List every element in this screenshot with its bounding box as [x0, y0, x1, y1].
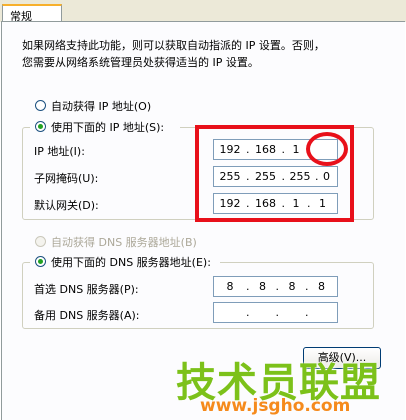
auto-ip-radio[interactable] — [35, 100, 46, 111]
watermark-url: www.jsgho.com — [200, 396, 351, 416]
default-gateway-label: 默认网关(D): — [34, 199, 99, 212]
ip-address-label: IP 地址(I): — [34, 145, 85, 158]
preferred-dns-field[interactable]: 8. 8. 8. 8 — [213, 276, 338, 297]
description-line-2: 您需要从网络系统管理员处获得适当的 IP 设置。 — [22, 56, 259, 69]
auto-dns-radio[interactable] — [35, 236, 46, 247]
alternate-dns-field[interactable]: . . . — [213, 302, 338, 323]
manual-dns-radio[interactable] — [35, 256, 46, 267]
preferred-dns-label: 首选 DNS 服务器(P): — [34, 283, 139, 296]
tab-general[interactable]: 常规 — [2, 4, 62, 23]
manual-ip-radio[interactable] — [35, 121, 46, 132]
auto-ip-label: 自动获得 IP 地址(O) — [51, 100, 152, 113]
description-line-1: 如果网络支持此功能，则可以获取自动指派的 IP 设置。否则， — [22, 39, 325, 52]
description-text: 如果网络支持此功能，则可以获取自动指派的 IP 设置。否则， 您需要从网络系统管… — [22, 37, 382, 71]
auto-dns-label: 自动获得 DNS 服务器地址(B) — [51, 236, 197, 249]
manual-dns-label: 使用下面的 DNS 服务器地址(E): — [51, 256, 211, 269]
manual-ip-label: 使用下面的 IP 地址(S): — [51, 121, 165, 134]
alternate-dns-label: 备用 DNS 服务器(A): — [34, 309, 140, 322]
subnet-mask-label: 子网掩码(U): — [34, 172, 99, 185]
highlight-circle — [306, 132, 348, 166]
